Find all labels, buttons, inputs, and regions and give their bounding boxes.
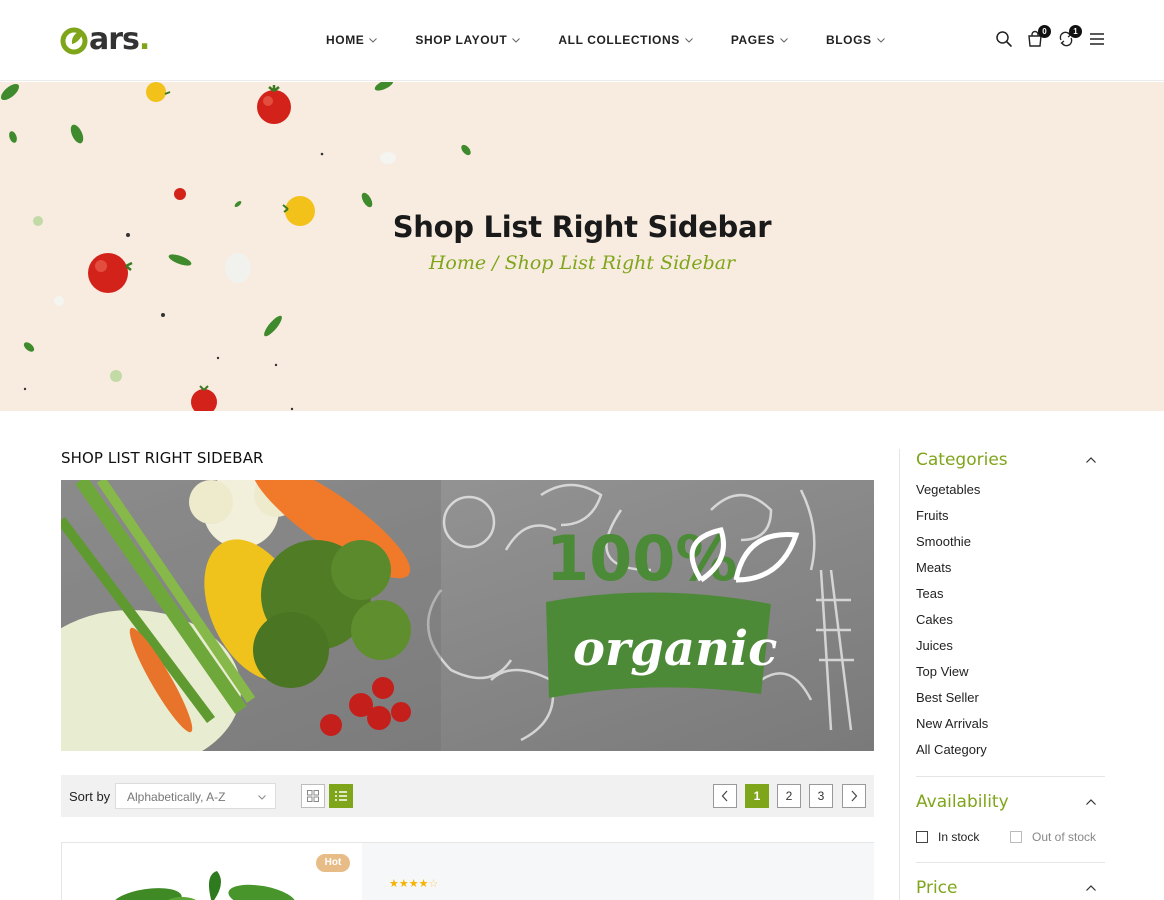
cart-count-badge: 0 [1038, 25, 1051, 38]
sidebar-divider [916, 862, 1105, 863]
sort-label: Sort by [69, 789, 111, 804]
filter-in-stock[interactable]: In stock [916, 830, 979, 844]
star-filled-icon: ★ [389, 878, 399, 890]
product-list-item[interactable]: Hot ★ ★ ★ ★ ☆ [61, 842, 874, 900]
category-link[interactable]: Top View [916, 664, 988, 690]
chevron-left-icon [721, 790, 728, 802]
list-view-icon [335, 791, 347, 801]
category-list: Vegetables Fruits Smoothie Meats Teas Ca… [916, 482, 988, 768]
list-view-button[interactable] [329, 784, 353, 808]
in-stock-label: In stock [938, 830, 980, 844]
page-hero: Shop List Right Sidebar Home / Shop List… [0, 82, 1164, 411]
price-title[interactable]: Price [916, 878, 957, 898]
nav-all-collections[interactable]: ALL COLLECTIONS [558, 32, 693, 48]
vegetables-photo [61, 480, 441, 751]
sort-select[interactable]: Alphabetically, A-Z [115, 783, 276, 809]
falling-vegetables-decoration [0, 82, 471, 411]
chevron-up-icon[interactable] [1085, 798, 1097, 806]
compare-count-badge: 1 [1069, 25, 1082, 38]
filter-out-of-stock[interactable]: Out of stock [1010, 830, 1096, 844]
nav-home[interactable]: HOME [326, 32, 378, 48]
nav-all-collections-label: ALL COLLECTIONS [558, 33, 680, 47]
page-2-button[interactable]: 2 [777, 784, 801, 808]
hero-title: Shop List Right Sidebar [392, 210, 772, 244]
category-link[interactable]: New Arrivals [916, 716, 988, 742]
banner-organic-text: organic [573, 621, 777, 677]
chevron-down-icon [369, 38, 378, 43]
star-filled-icon: ★ [398, 878, 409, 890]
grid-view-button[interactable] [301, 784, 325, 808]
category-link[interactable]: Juices [916, 638, 988, 664]
sort-value: Alphabetically, A-Z [127, 790, 226, 804]
category-link[interactable]: Cakes [916, 612, 988, 638]
product-image[interactable]: Hot [62, 843, 362, 900]
page-title: SHOP LIST RIGHT SIDEBAR [61, 449, 264, 467]
chevron-right-icon [851, 790, 858, 802]
star-empty-icon: ☆ [428, 878, 439, 890]
page-1-button[interactable]: 1 [745, 784, 769, 808]
search-icon [996, 31, 1012, 47]
garlic-icon [380, 152, 396, 164]
grid-view-icon [307, 790, 319, 802]
collection-banner[interactable]: 100% organic [61, 480, 874, 751]
hot-badge: Hot [316, 854, 350, 872]
availability-title[interactable]: Availability [916, 792, 1009, 812]
tomato-icon [174, 188, 186, 200]
logo[interactable]: ars. [60, 22, 150, 58]
compare-button[interactable]: 1 [1056, 25, 1082, 50]
product-info: ★ ★ ★ ★ ☆ [362, 843, 874, 900]
page-3-button[interactable]: 3 [809, 784, 833, 808]
nav-blogs-label: BLOGS [825, 33, 872, 47]
categories-title[interactable]: Categories [916, 450, 1008, 470]
category-link[interactable]: All Category [916, 742, 988, 768]
menu-button[interactable] [1087, 28, 1107, 50]
garlic-icon [54, 296, 64, 306]
nav-pages[interactable]: PAGES [731, 32, 789, 48]
star-filled-icon: ★ [418, 878, 429, 890]
main-nav: HOME SHOP LAYOUT ALL COLLECTIONS PAGES B… [326, 32, 923, 48]
logo-mark-icon [60, 27, 88, 55]
nav-shop-layout-label: SHOP LAYOUT [415, 33, 508, 47]
category-link[interactable]: Best Seller [916, 690, 988, 716]
tomato-icon [257, 85, 291, 124]
nav-shop-layout[interactable]: SHOP LAYOUT [415, 32, 521, 48]
category-link[interactable]: Fruits [916, 508, 988, 534]
sidebar-divider [916, 776, 1105, 777]
yellow-tomato-icon [146, 82, 171, 102]
nav-blogs[interactable]: BLOGS [826, 32, 886, 48]
sidebar: Categories Vegetables Fruits Smoothie Me… [899, 449, 1105, 900]
chevron-up-icon[interactable] [1085, 884, 1097, 892]
category-link[interactable]: Meats [916, 560, 988, 586]
chevron-down-icon [258, 795, 266, 800]
chevron-up-icon[interactable] [1085, 456, 1097, 464]
chevron-down-icon [876, 38, 885, 43]
search-button[interactable] [994, 28, 1014, 50]
category-link[interactable]: Vegetables [916, 482, 988, 508]
menu-icon [1090, 33, 1104, 45]
chevron-down-icon [684, 38, 693, 43]
header-actions: 0 1 [994, 25, 1118, 50]
breadcrumb[interactable]: Home / Shop List Right Sidebar [0, 252, 1164, 274]
logo-text: ars. [89, 22, 150, 57]
out-of-stock-checkbox[interactable] [1010, 831, 1022, 843]
cart-button[interactable]: 0 [1025, 25, 1051, 50]
out-of-stock-label: Out of stock [1032, 830, 1097, 844]
product-photo [112, 871, 296, 900]
organic-banner-image: 100% organic [61, 480, 874, 751]
site-header: ars. HOME SHOP LAYOUT ALL COLLECTIONS PA… [0, 0, 1164, 81]
tomato-icon [191, 385, 217, 411]
rating-stars: ★ ★ ★ ★ ☆ [389, 879, 438, 890]
chevron-down-icon [780, 38, 788, 43]
product-toolbar: Sort by Alphabetically, A-Z 1 2 3 [61, 775, 874, 817]
in-stock-checkbox[interactable] [916, 831, 928, 843]
star-filled-icon: ★ [408, 878, 419, 890]
nav-pages-label: PAGES [730, 33, 775, 47]
chevron-down-icon [512, 38, 521, 43]
prev-page-button[interactable] [713, 784, 737, 808]
pepper-specks [23, 152, 324, 411]
category-link[interactable]: Smoothie [916, 534, 988, 560]
nav-home-label: HOME [326, 33, 365, 47]
category-link[interactable]: Teas [916, 586, 988, 612]
next-page-button[interactable] [842, 784, 866, 808]
